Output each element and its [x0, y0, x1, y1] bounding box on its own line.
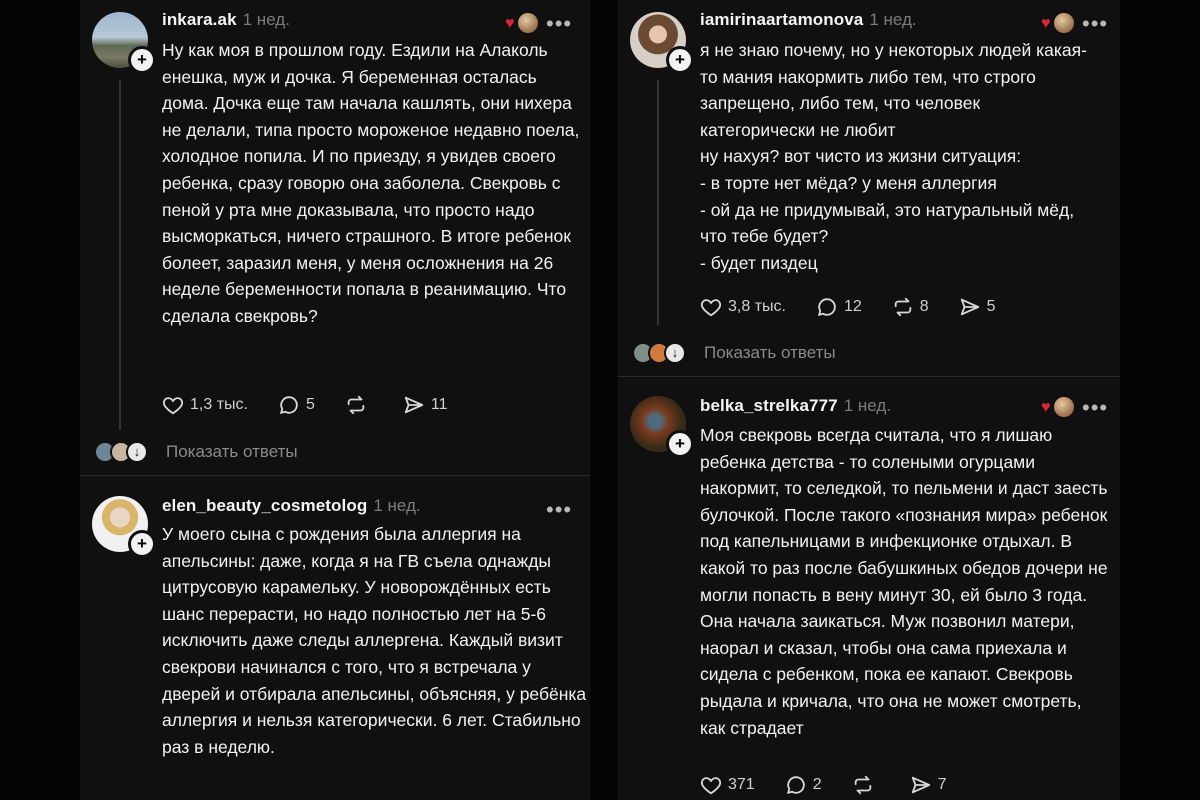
post-divider	[618, 376, 1120, 377]
like-button[interactable]: 371	[700, 774, 755, 796]
more-options-icon[interactable]: •••	[546, 499, 572, 521]
show-replies-row[interactable]: ↓ Показать ответы	[632, 342, 836, 364]
post-header: elen_beauty_cosmetolog 1 нед.	[162, 496, 421, 516]
heart-icon	[162, 397, 184, 415]
arrow-down-icon: ↓	[126, 441, 148, 463]
reaction-avatars[interactable]: ♥	[1041, 12, 1075, 34]
timestamp: 1 нед.	[869, 10, 917, 29]
send-icon	[960, 298, 979, 316]
post-header: inkara.ak 1 нед.	[162, 10, 290, 30]
post-actions: 1,3 тыс. 5 11	[162, 394, 477, 416]
share-button[interactable]: 7	[910, 774, 947, 796]
follow-plus-icon[interactable]: +	[128, 46, 156, 74]
heart-icon: ♥	[505, 15, 515, 32]
thread-line	[657, 80, 659, 325]
arrow-down-icon: ↓	[664, 342, 686, 364]
reactor-avatar	[517, 12, 539, 34]
post-header: belka_strelka777 1 нед.	[700, 396, 891, 416]
share-button[interactable]: 11	[403, 394, 448, 416]
left-thread-column: + inkara.ak 1 нед. ♥ ••• Ну как моя в про…	[80, 0, 590, 800]
repost-button[interactable]	[852, 774, 880, 796]
post-text: Ну как моя в прошлом году. Ездили на Ала…	[162, 40, 580, 326]
thread-line	[119, 80, 121, 430]
share-count: 7	[937, 776, 947, 793]
comment-button[interactable]: 2	[785, 774, 822, 796]
follow-plus-icon[interactable]: +	[128, 530, 156, 558]
username[interactable]: iamirinaartamonova	[700, 10, 863, 29]
reaction-avatars[interactable]: ♥	[1041, 396, 1075, 418]
heart-icon: ♥	[1041, 399, 1051, 416]
username[interactable]: belka_strelka777	[700, 396, 838, 415]
post-text: У моего сына с рождения была аллергия на…	[162, 524, 587, 757]
reactor-avatar	[1053, 12, 1075, 34]
share-button[interactable]: 5	[959, 296, 996, 318]
show-replies-link[interactable]: Показать ответы	[166, 442, 298, 462]
reactor-avatar	[1053, 396, 1075, 418]
like-button[interactable]: 1,3 тыс.	[162, 394, 248, 416]
follow-plus-icon[interactable]: +	[666, 430, 694, 458]
username[interactable]: elen_beauty_cosmetolog	[162, 496, 367, 515]
post-actions: 371 2 7	[700, 774, 977, 796]
repost-icon	[894, 297, 912, 317]
heart-icon	[700, 777, 722, 795]
follow-plus-icon[interactable]: +	[666, 46, 694, 74]
repost-icon	[854, 775, 871, 795]
right-thread-column: + iamirinaartamonova 1 нед. ♥ ••• я не зн…	[618, 0, 1120, 800]
like-button[interactable]: 3,8 тыс.	[700, 296, 786, 318]
comment-count: 12	[843, 298, 862, 315]
comment-icon	[786, 776, 805, 795]
timestamp: 1 нед.	[373, 496, 421, 515]
comment-button[interactable]: 12	[816, 296, 862, 318]
post-divider	[80, 475, 590, 476]
share-count: 5	[986, 298, 996, 315]
send-icon	[404, 396, 424, 414]
comment-count: 5	[305, 396, 315, 413]
reaction-avatars[interactable]: ♥	[505, 12, 539, 34]
comment-icon	[817, 298, 836, 317]
timestamp: 1 нед.	[843, 396, 892, 415]
timestamp: 1 нед.	[242, 10, 290, 29]
like-count: 1,3 тыс.	[190, 396, 248, 413]
post-actions: 3,8 тыс. 12 8 5	[700, 296, 1026, 318]
more-options-icon[interactable]: •••	[546, 13, 572, 35]
repost-count: 8	[919, 298, 929, 315]
username[interactable]: inkara.ak	[162, 10, 237, 29]
post-text: Моя свекровь всегда считала, что я лишаю…	[700, 425, 1108, 738]
comment-count: 2	[812, 776, 822, 793]
post-header: iamirinaartamonova 1 нед.	[700, 10, 917, 30]
more-options-icon[interactable]: •••	[1082, 13, 1108, 35]
heart-icon: ♥	[1041, 15, 1051, 32]
show-replies-row[interactable]: ↓ Показать ответы	[94, 441, 298, 463]
comment-button[interactable]: 5	[278, 394, 315, 416]
post-text: я не знаю почему, но у некоторых людей к…	[700, 40, 1087, 273]
repost-button[interactable]: 8	[892, 296, 929, 318]
like-count: 3,8 тыс.	[728, 298, 786, 315]
more-options-icon[interactable]: •••	[1082, 397, 1108, 419]
show-replies-link[interactable]: Показать ответы	[704, 343, 836, 363]
repost-button[interactable]	[345, 394, 373, 416]
like-count: 371	[728, 776, 755, 793]
share-count: 11	[430, 396, 448, 413]
comment-icon	[279, 396, 298, 415]
send-icon	[911, 776, 930, 794]
heart-icon	[700, 299, 722, 317]
repost-icon	[347, 395, 365, 415]
